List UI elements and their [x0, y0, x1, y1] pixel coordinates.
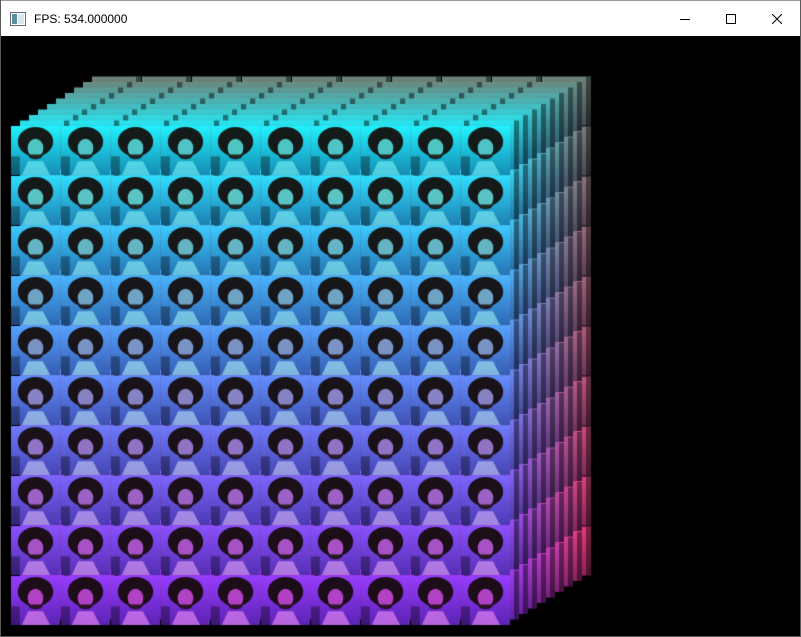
- title-bar[interactable]: FPS: 534.000000: [1, 0, 800, 36]
- app-window: FPS: 534.000000: [0, 0, 801, 637]
- close-button[interactable]: [754, 1, 800, 36]
- window-title: FPS: 534.000000: [34, 11, 128, 26]
- window-app-icon: [10, 11, 26, 26]
- minimize-icon: [680, 18, 690, 20]
- maximize-button[interactable]: [708, 1, 754, 36]
- render-viewport[interactable]: [1, 36, 800, 636]
- close-icon: [772, 13, 782, 24]
- maximize-icon: [726, 13, 736, 24]
- cube-render-canvas: [1, 36, 800, 636]
- minimize-button[interactable]: [662, 1, 708, 36]
